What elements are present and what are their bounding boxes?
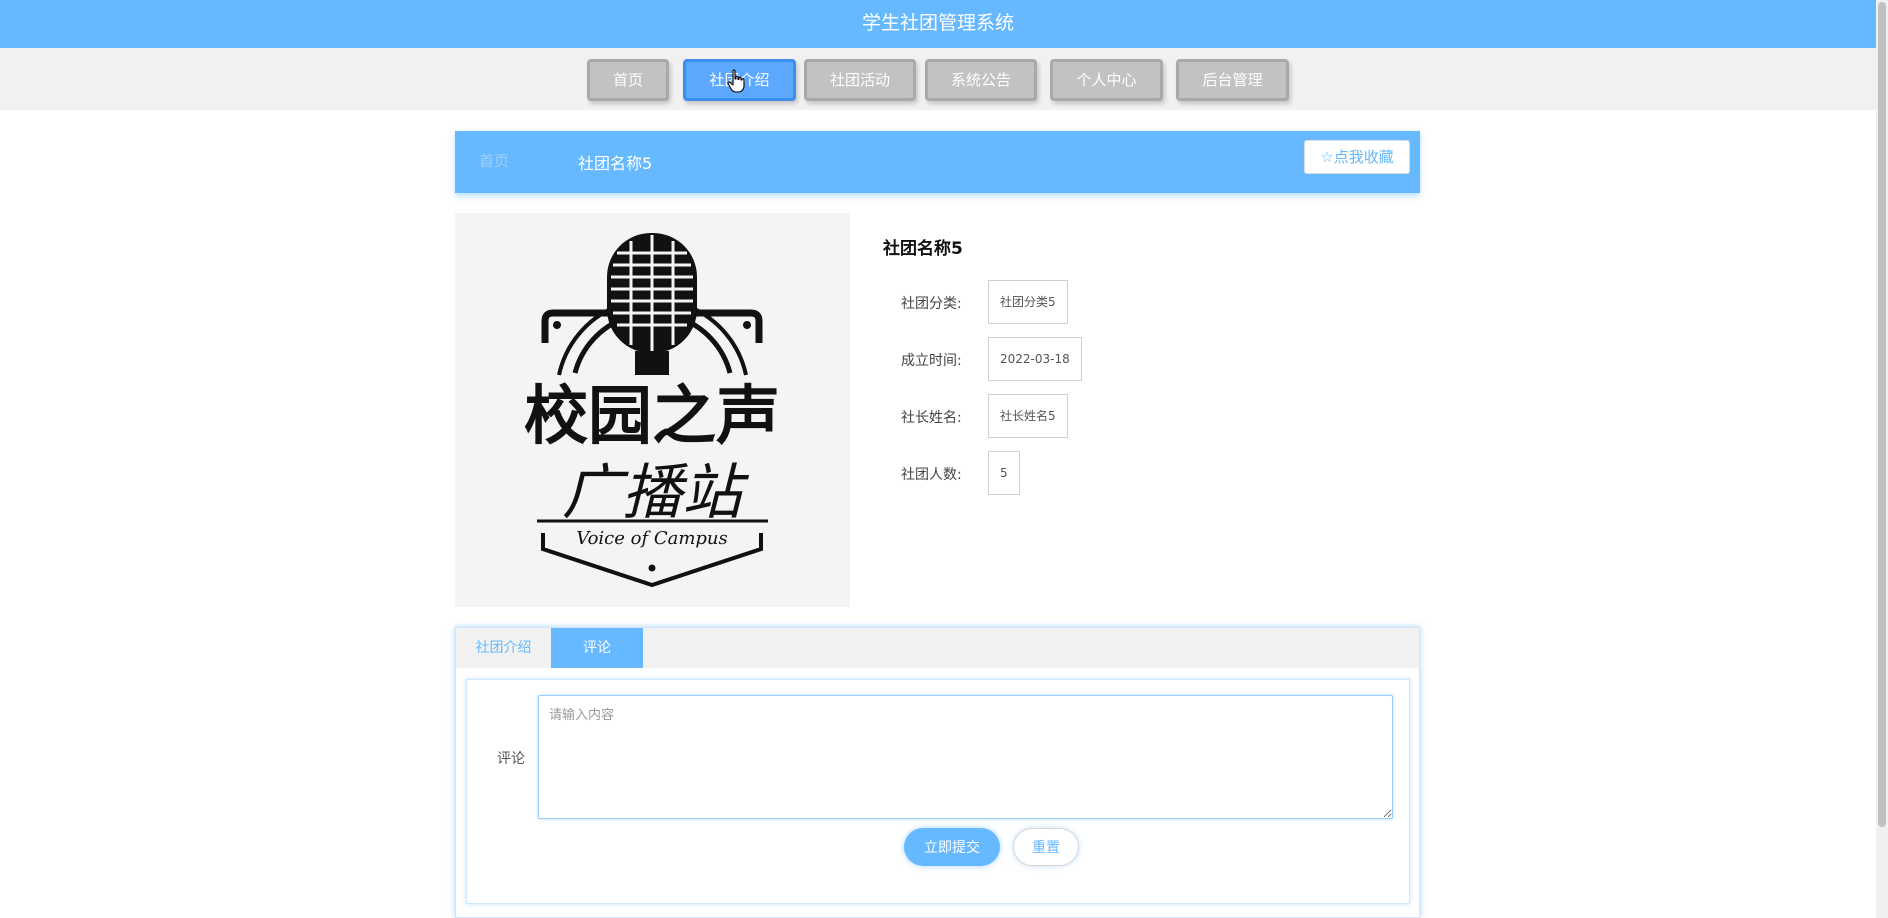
nav-item-personal-center[interactable]: 个人中心	[1050, 59, 1163, 101]
club-name-heading: 社团名称5	[883, 239, 963, 259]
founded-date-label: 成立时间:	[901, 353, 962, 369]
nav-item-admin[interactable]: 后台管理	[1176, 59, 1289, 101]
breadcrumb-home-link[interactable]: 首页	[479, 150, 509, 171]
comment-textarea[interactable]	[538, 695, 1393, 819]
logo-sub-text: 广播站	[562, 458, 750, 528]
nav-item-home[interactable]: 首页	[587, 59, 669, 101]
tab-bar: 社团介绍 评论	[456, 628, 1419, 668]
comment-form: 评论 立即提交 重置	[466, 679, 1410, 904]
microphone-logo-icon: 校园之声 广播站 Voice of Campus	[524, 233, 780, 588]
president-name-label: 社长姓名:	[901, 410, 962, 426]
favorite-button[interactable]: ☆点我收藏	[1304, 140, 1410, 174]
tab-comments[interactable]: 评论	[551, 628, 643, 668]
favorite-label: 点我收藏	[1333, 148, 1394, 166]
reset-button[interactable]: 重置	[1013, 828, 1079, 866]
hand-cursor-icon	[727, 69, 745, 93]
app-title: 学生社团管理系统	[861, 12, 1014, 34]
breadcrumb-current: 社团名称5	[578, 154, 653, 173]
submit-comment-button[interactable]: 立即提交	[904, 828, 1000, 866]
president-name-value: 社长姓名5	[988, 394, 1068, 438]
logo-english-text: Voice of Campus	[576, 528, 728, 549]
nav-item-announcements[interactable]: 系统公告	[925, 59, 1037, 101]
tab-club-intro[interactable]: 社团介绍	[456, 628, 551, 668]
club-category-label: 社团分类:	[901, 296, 962, 312]
founded-date-value: 2022-03-18	[988, 337, 1082, 381]
nav-item-club-activities[interactable]: 社团活动	[804, 59, 916, 101]
member-count-value: 5	[988, 451, 1020, 495]
page-scrollbar[interactable]	[1876, 0, 1888, 918]
detail-tabs-panel: 社团介绍 评论 评论 立即提交 重置	[455, 627, 1420, 918]
breadcrumb: 首页 社团名称5 ☆点我收藏	[455, 131, 1420, 193]
club-logo-image: 校园之声 广播站 Voice of Campus	[455, 213, 850, 607]
star-outline-icon: ☆	[1320, 148, 1334, 166]
member-count-label: 社团人数:	[901, 467, 962, 483]
scrollbar-thumb[interactable]	[1878, 2, 1886, 827]
app-title-bar: 学生社团管理系统	[0, 0, 1876, 48]
logo-main-text: 校园之声	[524, 380, 780, 454]
club-category-value: 社团分类5	[988, 280, 1068, 324]
comment-label: 评论	[497, 751, 525, 767]
